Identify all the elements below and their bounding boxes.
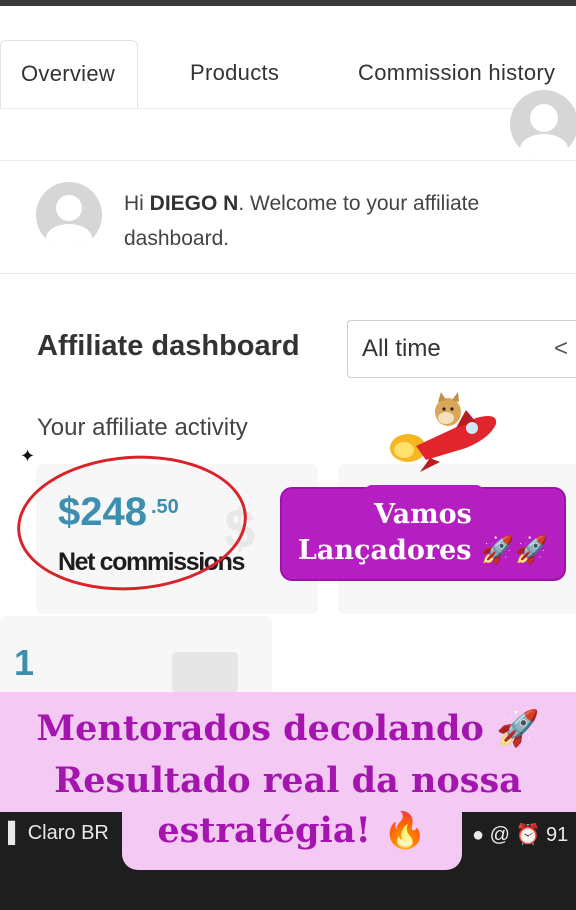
sticker-line-2: Lançadores 🚀🚀: [297, 535, 549, 566]
date-range-value: All time: [362, 335, 441, 362]
battery-level: 91: [546, 824, 569, 846]
welcome-greeting: Hi: [124, 192, 150, 215]
tab-overview[interactable]: Overview: [0, 40, 139, 109]
signal-icon: ▌: [8, 822, 23, 844]
carrier-label: ▌ Claro BR: [8, 822, 109, 845]
stat-count: 1: [14, 642, 35, 683]
date-range-select[interactable]: All time <: [347, 320, 576, 378]
tabs-divider: [0, 108, 576, 109]
sticker-tab: [364, 485, 484, 495]
user-avatar: [36, 182, 102, 248]
alarm-icon: ⏰: [515, 824, 541, 846]
lancadores-sticker: Vamos Lançadores 🚀🚀: [282, 485, 564, 579]
at-icon: @: [489, 824, 510, 846]
sticker-line-1: Vamos: [374, 499, 472, 530]
tab-bar: Overview Products Commission history: [0, 40, 576, 110]
carrier-name: Claro BR: [27, 822, 109, 844]
banner-line-1: Mentorados decolando 🚀: [36, 708, 540, 749]
sparkle-icon: ✦: [20, 446, 36, 466]
doge-rocket-icon: [390, 392, 497, 472]
document-icon: [172, 652, 238, 692]
tab-products[interactable]: Products: [190, 40, 279, 108]
person-icon: ●: [472, 824, 485, 846]
welcome-user-name: DIEGO N: [149, 192, 239, 215]
top-edge-bar: [0, 0, 576, 6]
status-icons: ● @ ⏰ 91: [472, 822, 568, 847]
profile-avatar[interactable]: [510, 90, 576, 158]
banner-line-3: estratégia! 🔥: [157, 810, 427, 851]
welcome-message: Hi DIEGO N. Welcome to your affiliate da…: [124, 186, 564, 256]
activity-heading: Your affiliate activity: [37, 414, 248, 441]
page-title: Affiliate dashboard: [37, 330, 300, 362]
chevron-left-icon: <: [553, 335, 568, 362]
banner-line-2: Resultado real da nossa: [54, 760, 522, 801]
